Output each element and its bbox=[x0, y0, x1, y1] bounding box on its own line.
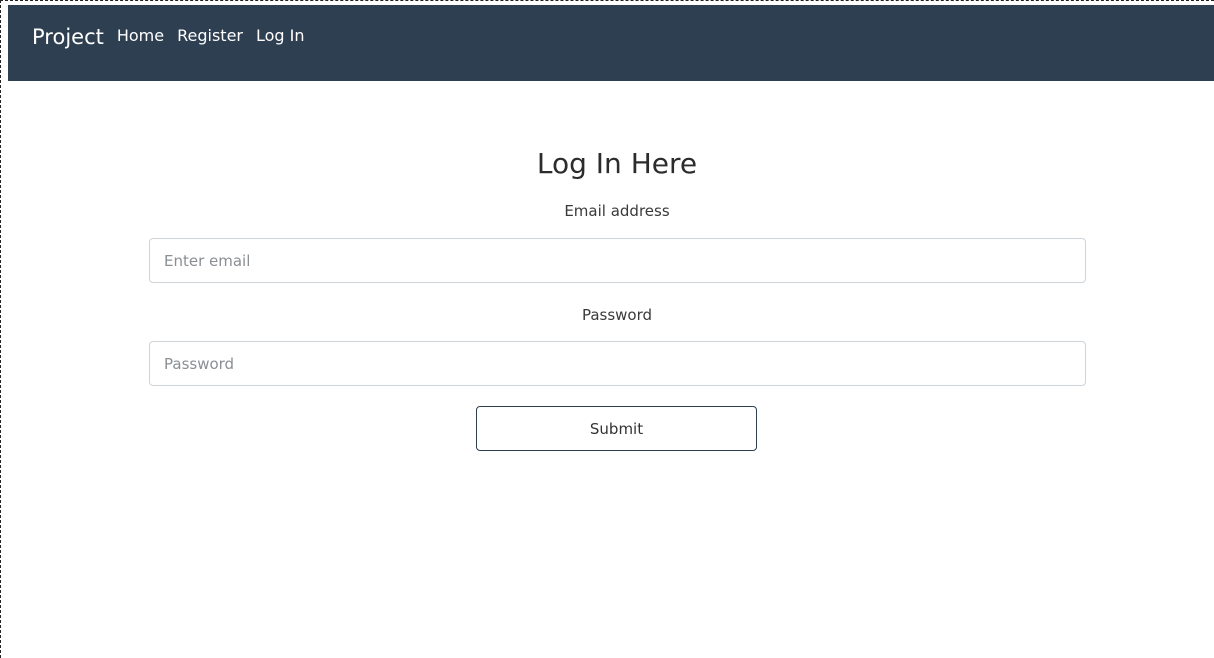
nav-link-home[interactable]: Home bbox=[117, 26, 164, 45]
submit-button[interactable]: Submit bbox=[476, 406, 757, 451]
page-title: Log In Here bbox=[536, 147, 698, 180]
email-label: Email address bbox=[564, 202, 670, 220]
nav-links: Home Register Log In bbox=[117, 26, 318, 45]
top-navbar: Project Home Register Log In bbox=[8, 5, 1214, 81]
nav-link-register[interactable]: Register bbox=[177, 26, 243, 45]
password-field[interactable] bbox=[149, 341, 1086, 386]
page-frame: Project Home Register Log In Log In Here… bbox=[0, 0, 1214, 658]
email-field[interactable] bbox=[149, 238, 1086, 283]
nav-link-login[interactable]: Log In bbox=[256, 26, 305, 45]
password-label: Password bbox=[581, 306, 653, 324]
brand-link[interactable]: Project bbox=[32, 25, 104, 49]
